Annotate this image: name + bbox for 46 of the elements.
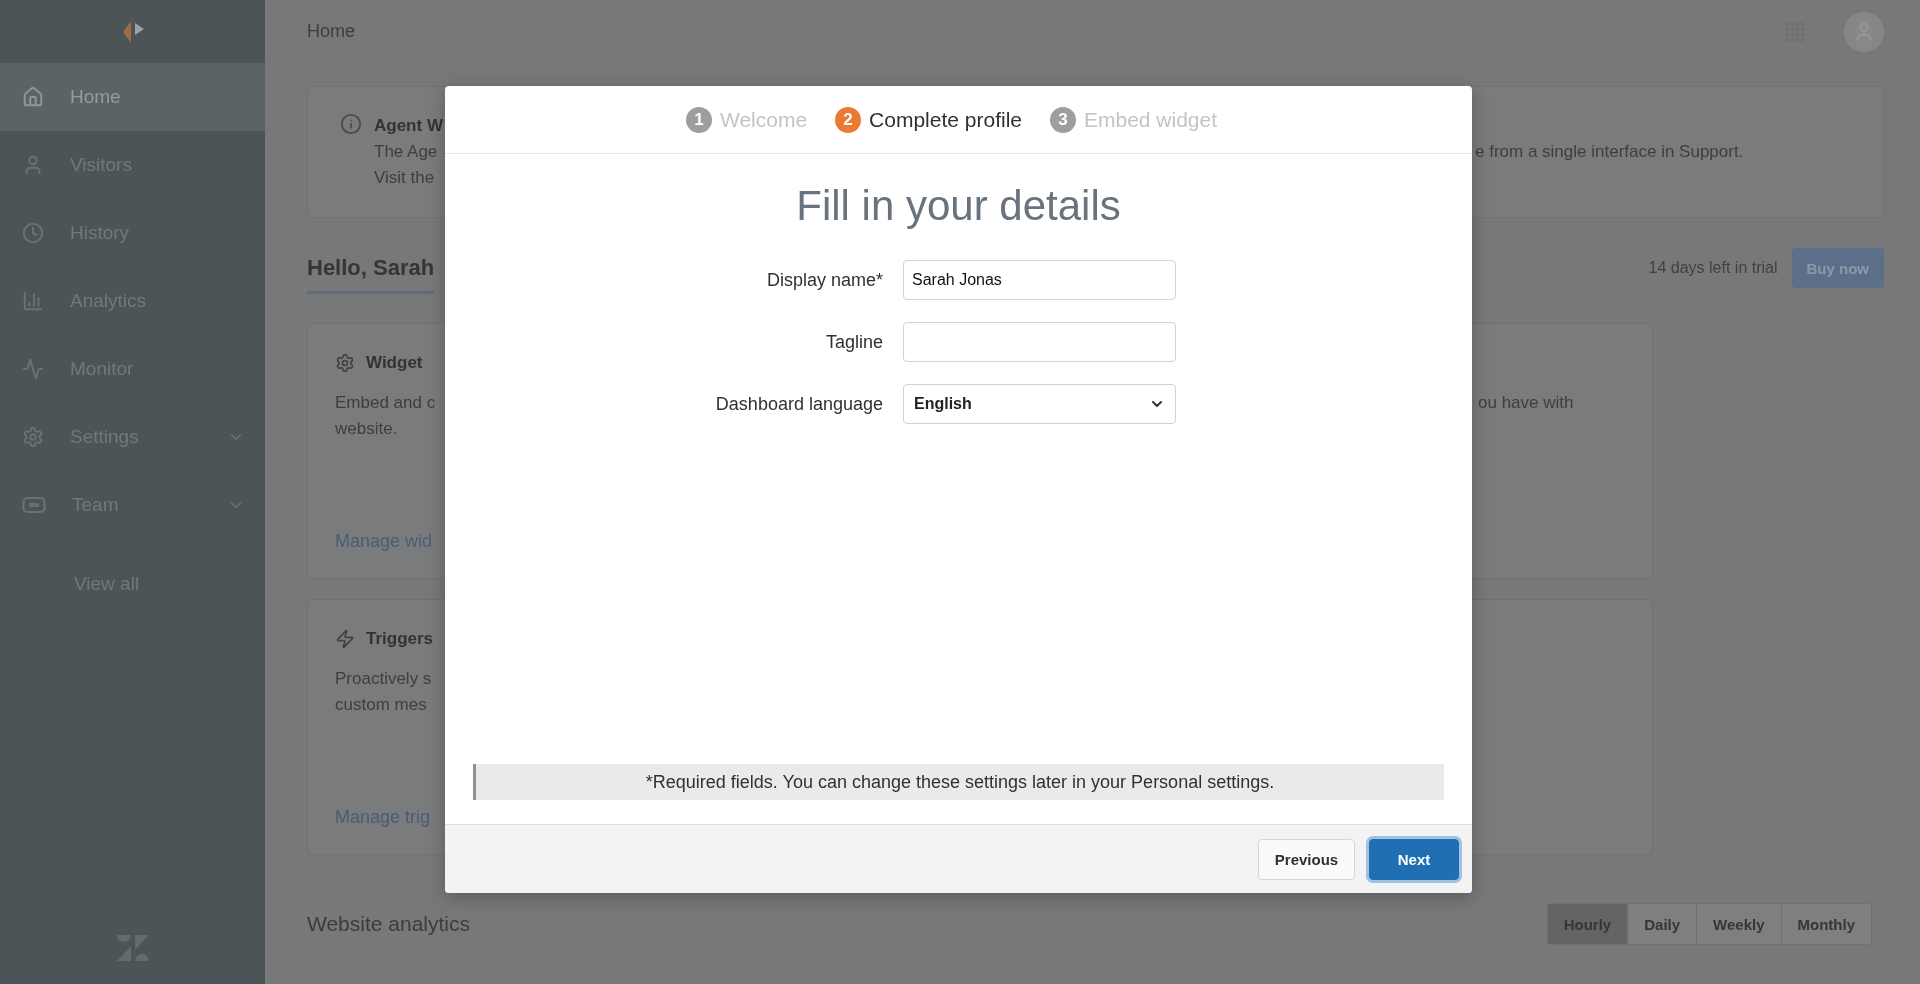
gear-icon	[335, 353, 355, 373]
home-icon	[22, 86, 44, 108]
language-select[interactable]: English	[903, 384, 1176, 424]
greeting-heading: Hello, Sarah	[307, 254, 435, 294]
description-text: Proactively s	[335, 668, 432, 690]
previous-button[interactable]: Previous	[1258, 838, 1355, 880]
description-text: website.	[335, 418, 398, 440]
step-number: 1	[685, 106, 712, 133]
nav-item[interactable]: Home	[0, 63, 265, 131]
description-text: e from a single interface in Support.	[1475, 141, 1744, 163]
settings-icon	[22, 426, 44, 448]
text-field[interactable]	[903, 322, 1176, 362]
clock-icon	[22, 222, 44, 244]
banner-title: Agent W	[374, 115, 443, 137]
time-range-tab[interactable]: Monthly	[1780, 904, 1871, 944]
lightning-icon	[335, 629, 355, 649]
section-title: Website analytics	[307, 912, 472, 936]
step-number: 2	[835, 106, 862, 133]
required-fields-note: *Required fields. You can change these settings later in your Personal settings.	[473, 764, 1444, 800]
step-label: Welcome	[719, 107, 808, 132]
text-field[interactable]: Sarah Jonas	[903, 260, 1176, 300]
next-button[interactable]: Next	[1369, 838, 1459, 880]
card-title: Widget	[366, 352, 423, 374]
step-label: Embed widget	[1084, 107, 1218, 132]
field-label: Display name*	[765, 269, 883, 291]
step-number: 3	[1050, 106, 1076, 133]
field-label: Dashboard language	[714, 393, 883, 415]
card-icon	[22, 496, 46, 514]
page-title: Home	[307, 21, 356, 42]
time-range-tab[interactable]: Weekly	[1696, 904, 1781, 944]
description-text: ou have with	[1478, 392, 1574, 414]
description-text: The Age	[374, 141, 438, 163]
description-text: Visit the	[374, 167, 435, 189]
trial-text: 14 days left in trial	[1648, 259, 1778, 277]
avatar[interactable]	[1844, 11, 1884, 52]
field-label: Tagline	[824, 331, 883, 353]
time-range-tab[interactable]: Daily	[1627, 904, 1697, 944]
description-text: custom mes	[335, 694, 427, 716]
pulse-chart-icon	[22, 358, 44, 380]
step-label: Complete profile	[869, 107, 1022, 132]
dialog-title: Fill in your details	[795, 182, 1122, 230]
description-text: Embed and c	[335, 392, 436, 414]
card-title: Triggers	[366, 628, 434, 650]
bar-chart-icon	[22, 290, 44, 312]
logo-icon	[114, 933, 151, 963]
info-icon	[340, 113, 362, 135]
